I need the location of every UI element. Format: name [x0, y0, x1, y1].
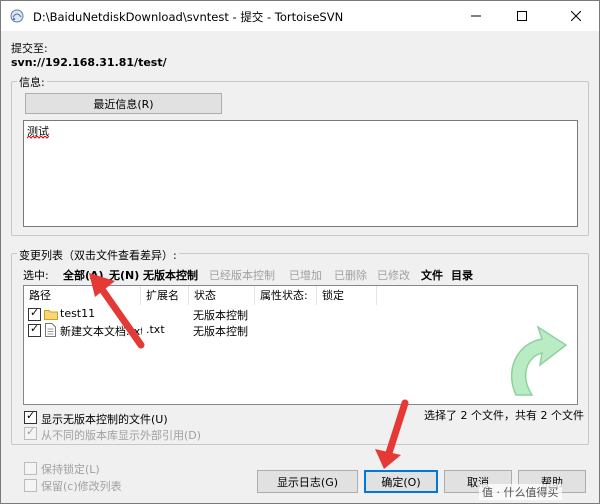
- filter-added: 已增加: [289, 269, 322, 282]
- minimize-button[interactable]: [453, 1, 499, 31]
- window-title: D:\BaiduNetdiskDownload\svntest - 提交 - T…: [33, 10, 344, 24]
- maximize-icon: [517, 11, 527, 21]
- keep-locks-checkbox: [24, 462, 37, 475]
- select-label: 选中:: [23, 269, 49, 282]
- column-header-lock[interactable]: 锁定: [317, 286, 377, 305]
- minimize-icon: [471, 15, 481, 17]
- message-group-label: 信息:: [17, 74, 47, 90]
- text-file-icon: [45, 323, 56, 337]
- column-header-property-status[interactable]: 属性状态:: [255, 286, 317, 305]
- keep-changelists-checkbox: [24, 479, 37, 492]
- close-button[interactable]: [553, 1, 599, 31]
- show-externals-checkbox: ✓: [24, 425, 37, 440]
- watermark: 值 · 什么值得买: [479, 484, 562, 500]
- row-status: 无版本控制: [193, 325, 248, 338]
- filter-modified: 已修改: [377, 269, 410, 282]
- show-externals-label: 从不同的版本库显示外部引用(D): [41, 429, 202, 442]
- ok-button[interactable]: 确定(O): [364, 470, 438, 493]
- filter-unversioned[interactable]: 无版本控制: [143, 267, 198, 283]
- folder-icon: [44, 310, 58, 320]
- show-unversioned-label: 显示无版本控制的文件(U): [41, 413, 168, 426]
- recent-messages-button[interactable]: 最近信息(R): [25, 93, 222, 114]
- close-icon: [571, 11, 581, 21]
- filter-deleted: 已删除: [334, 269, 367, 282]
- title-bar: D:\BaiduNetdiskDownload\svntest - 提交 - T…: [1, 1, 599, 31]
- commit-to-label: 提交至:: [11, 42, 48, 55]
- annotation-arrow-icon: [375, 399, 409, 469]
- message-textarea[interactable]: 测试: [23, 120, 578, 227]
- filter-versioned: 已经版本控制: [209, 269, 275, 282]
- row-checkbox[interactable]: ✓: [28, 306, 41, 321]
- show-log-button[interactable]: 显示日志(G): [257, 470, 358, 493]
- spellcheck-underline: [27, 136, 49, 139]
- commit-url: svn://192.168.31.81/test/: [11, 56, 167, 69]
- row-status: 无版本控制: [193, 309, 248, 322]
- filter-files[interactable]: 文件: [421, 267, 443, 283]
- selection-summary: 选择了 2 个文件，共有 2 个文件: [424, 409, 584, 422]
- maximize-button[interactable]: [499, 1, 545, 31]
- tortoisesvn-icon: [10, 9, 24, 23]
- row-checkbox[interactable]: ✓: [28, 322, 41, 337]
- show-unversioned-checkbox[interactable]: ✓: [24, 409, 37, 424]
- update-arrow-icon: [511, 325, 568, 396]
- changes-group-label: 变更列表（双击文件查看差异）:: [17, 247, 179, 263]
- annotation-arrow-icon: [89, 273, 145, 349]
- keep-changelists-label: 保留(c)修改列表: [41, 480, 122, 493]
- keep-locks-label: 保持锁定(L): [41, 463, 100, 476]
- filter-directories[interactable]: 目录: [451, 267, 473, 283]
- commit-dialog: D:\BaiduNetdiskDownload\svntest - 提交 - T…: [0, 0, 600, 504]
- column-header-status[interactable]: 状态: [189, 286, 255, 305]
